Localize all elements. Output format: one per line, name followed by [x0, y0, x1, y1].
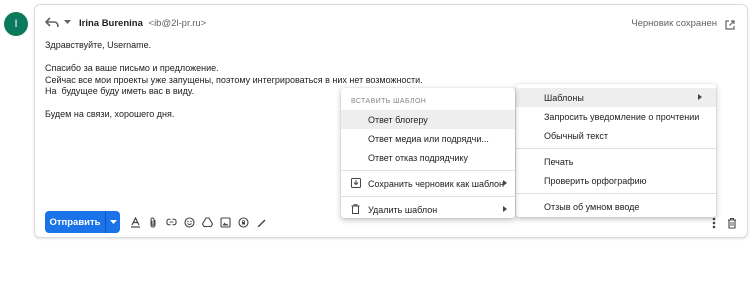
- menu-item-templates[interactable]: Шаблоны: [516, 88, 716, 107]
- menu-item-spellcheck[interactable]: Проверить орфографию: [516, 171, 716, 190]
- attach-icon[interactable]: [148, 216, 159, 228]
- reply-icon: [45, 17, 59, 28]
- templates-submenu: ВСТАВИТЬ ШАБЛОН Ответ блогеру Ответ меди…: [341, 88, 515, 218]
- caret-down-icon: [64, 20, 71, 25]
- avatar: I: [4, 12, 28, 36]
- body-line: Здравствуйте, Username.: [45, 40, 152, 50]
- send-options-button[interactable]: [105, 211, 120, 233]
- discard-draft-icon[interactable]: [727, 216, 737, 234]
- trash-icon: [351, 204, 360, 214]
- emoji-icon[interactable]: [184, 216, 195, 228]
- menu-item-save-as-template[interactable]: Сохранить черновик как шаблон: [341, 174, 515, 193]
- menu-item-plain-text[interactable]: Обычный текст: [516, 126, 716, 145]
- chevron-right-icon: [503, 206, 507, 212]
- sender-email: <ib@2l-pr.ru>: [148, 18, 207, 29]
- sender-name: Irina Burenina: [79, 18, 143, 29]
- menu-divider: [341, 196, 515, 197]
- template-item[interactable]: Ответ отказ подрядчику: [341, 148, 515, 167]
- chevron-right-icon: [698, 94, 702, 100]
- body-line: Сейчас все мои проекты уже запущены, поэ…: [45, 74, 423, 85]
- send-button[interactable]: Отправить: [45, 211, 105, 233]
- menu-item-read-receipt[interactable]: Запросить уведомление о прочтении: [516, 107, 716, 126]
- compose-toolbar: Отправить: [45, 211, 267, 233]
- template-item[interactable]: Ответ медиа или подрядчи...: [341, 129, 515, 148]
- draft-status: Черновик сохранен: [631, 18, 717, 29]
- chevron-right-icon: [503, 180, 507, 186]
- template-item[interactable]: Ответ блогеру: [341, 110, 515, 129]
- menu-item-delete-template[interactable]: Удалить шаблон: [341, 200, 515, 219]
- body-line: Спасибо за ваше письмо и предложение.: [45, 63, 219, 73]
- popout-icon[interactable]: [725, 17, 735, 35]
- caret-down-icon: [109, 219, 117, 224]
- menu-item-print[interactable]: Печать: [516, 152, 716, 171]
- reply-type-dropdown[interactable]: [45, 17, 71, 28]
- signature-icon[interactable]: [256, 217, 267, 228]
- templates-header: ВСТАВИТЬ ШАБЛОН: [351, 97, 427, 105]
- photo-icon[interactable]: [220, 216, 231, 228]
- menu-divider: [516, 193, 716, 194]
- drive-icon[interactable]: [202, 216, 213, 228]
- formatting-icon[interactable]: [130, 216, 141, 228]
- sender: Irina Burenina <ib@2l-pr.ru>: [79, 18, 206, 29]
- send-button-group: Отправить: [45, 211, 120, 233]
- more-options-menu: Шаблоны Запросить уведомление о прочтени…: [516, 84, 716, 217]
- link-icon[interactable]: [166, 217, 177, 228]
- save-template-icon: [351, 178, 361, 188]
- menu-item-smart-compose-feedback[interactable]: Отзыв об умном вводе: [516, 197, 716, 216]
- confidential-icon[interactable]: [238, 216, 249, 228]
- menu-divider: [341, 170, 515, 171]
- menu-divider: [516, 148, 716, 149]
- more-options-icon[interactable]: [712, 216, 716, 234]
